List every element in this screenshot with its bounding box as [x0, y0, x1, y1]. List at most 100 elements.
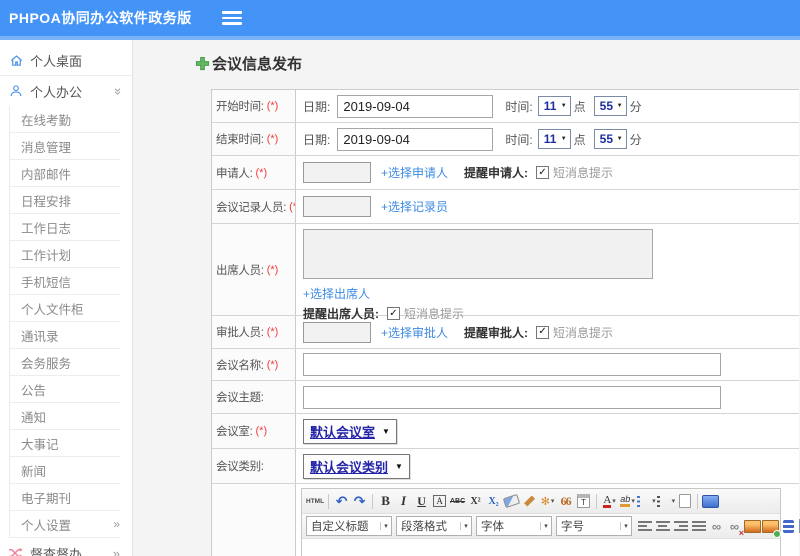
end-hour-select[interactable]: 11 ▼: [537, 129, 571, 149]
italic-icon[interactable]: I: [395, 492, 412, 511]
eraser-icon[interactable]: [503, 492, 520, 511]
meeting-name-input[interactable]: [303, 353, 721, 376]
sidebar-item-label: 会务服务: [21, 356, 72, 371]
choose-recorder-link[interactable]: +选择记录员: [381, 198, 448, 215]
remind-approver-checkbox[interactable]: ✓: [536, 325, 550, 339]
choose-approver-link[interactable]: +选择审批人: [381, 324, 448, 341]
recorder-input[interactable]: [303, 196, 371, 217]
insert-image-icon[interactable]: [762, 517, 781, 538]
remind-approver-label: 提醒审批人:: [464, 325, 529, 340]
align-center-icon[interactable]: [654, 517, 671, 536]
sidebar-item[interactable]: 工作日志: [10, 214, 120, 241]
start-minute-select[interactable]: 55 ▼: [593, 96, 627, 116]
sidebar-item-label: 大事记: [21, 437, 59, 452]
sidebar-item[interactable]: 手机短信: [10, 268, 120, 295]
hamburger-menu-icon[interactable]: [221, 11, 242, 25]
form-row-meeting-room: 会议室: (*) 默认会议室 ▼: [212, 414, 799, 449]
meeting-subject-input[interactable]: [303, 385, 721, 409]
start-hour-select[interactable]: 11 ▼: [537, 96, 571, 116]
clean-format-icon[interactable]: [521, 492, 538, 511]
sidebar-item-personal-desktop[interactable]: 个人桌面: [0, 46, 132, 76]
font-color-icon[interactable]: A ▾: [601, 492, 618, 511]
attendees-textarea[interactable]: [303, 229, 653, 279]
sidebar-item[interactable]: 在线考勤: [10, 106, 120, 133]
align-justify-icon[interactable]: [690, 517, 707, 536]
editor-format-dropdown[interactable]: 字号 ▾: [556, 516, 632, 536]
font-style-icon[interactable]: A: [431, 492, 448, 511]
sidebar-item[interactable]: 通讯录: [10, 322, 120, 349]
sidebar-item[interactable]: 公告: [10, 376, 120, 403]
sidebar-item[interactable]: 内部邮件: [10, 160, 120, 187]
sidebar-item[interactable]: 个人设置 »: [10, 511, 120, 538]
plus-icon: [195, 56, 210, 71]
dropdown-caret-icon: ▾: [460, 522, 471, 530]
subscript-icon[interactable]: X₂: [485, 492, 502, 511]
toolbar-separator: [697, 493, 699, 509]
meeting-room-select[interactable]: 默认会议室 ▼: [303, 418, 397, 444]
sidebar-item-label: 个人桌面: [30, 54, 83, 69]
strikethrough-icon[interactable]: ABC: [449, 492, 466, 511]
html-source-icon[interactable]: HTML: [306, 492, 324, 511]
sidebar-item-label: 消息管理: [21, 140, 72, 155]
field-label: 会议主题:: [216, 392, 264, 404]
required-mark: (*): [255, 166, 268, 179]
sidebar-item-label: 日程安排: [21, 194, 72, 209]
sidebar-item-personal-office[interactable]: 个人办公 »: [0, 76, 132, 106]
redo-icon[interactable]: ↷: [351, 492, 368, 511]
editor-format-dropdown[interactable]: 段落格式 ▾: [396, 516, 472, 536]
applicant-input[interactable]: [303, 162, 371, 183]
sidebar-item-supervision[interactable]: 督查督办 »: [0, 538, 132, 556]
sidebar-item[interactable]: 会务服务: [10, 349, 120, 376]
unordered-list-icon[interactable]: ▾: [657, 492, 676, 511]
blockquote-icon[interactable]: 66: [557, 492, 574, 511]
toolbar-separator: [372, 493, 374, 509]
editor-format-dropdown[interactable]: 字体 ▾: [476, 516, 552, 536]
bold-icon[interactable]: B: [377, 492, 394, 511]
underline-icon[interactable]: U: [413, 492, 430, 511]
select-caret-icon: ▼: [560, 136, 567, 142]
media-icon[interactable]: [780, 517, 797, 536]
sms-notice-label: 短消息提示: [553, 325, 614, 340]
highlight-icon[interactable]: ab ▾: [619, 492, 636, 511]
select-caret-icon: ▼: [395, 461, 403, 471]
superscript-icon[interactable]: X²: [467, 492, 484, 511]
meeting-category-select[interactable]: 默认会议类别 ▼: [303, 453, 410, 479]
ordered-list-icon[interactable]: ▾: [637, 492, 656, 511]
align-right-icon[interactable]: [672, 517, 689, 536]
sidebar-item-label: 个人办公: [30, 84, 83, 100]
sidebar-item-label: 新闻: [21, 464, 47, 479]
link-icon[interactable]: ∞: [708, 517, 725, 536]
remind-applicant-checkbox[interactable]: ✓: [536, 166, 550, 179]
choose-attendees-link[interactable]: +选择出席人: [303, 285, 370, 302]
editor-format-dropdown[interactable]: 自定义标题 ▾: [306, 516, 392, 536]
approver-input[interactable]: [303, 321, 371, 343]
start-date-input[interactable]: [337, 94, 494, 118]
undo-icon[interactable]: ↶: [333, 492, 350, 511]
sidebar-item-label: 个人文件柜: [21, 302, 84, 317]
format-brush-icon[interactable]: ✻ ▾: [539, 492, 556, 511]
field-label: 开始时间:: [216, 101, 264, 113]
new-page-icon[interactable]: [676, 492, 693, 511]
dropdown-caret-icon: ▾: [540, 522, 551, 530]
sidebar-item[interactable]: 通知: [10, 403, 120, 430]
unlink-icon[interactable]: ∞: [726, 517, 744, 538]
fullscreen-icon[interactable]: [702, 492, 719, 511]
choose-applicant-link[interactable]: +选择申请人: [381, 164, 448, 181]
editor-toolbar-row1: HTML ↶ ↷ B I U A ABC X² X₂ ✻ ▾ 66 T A ▾ ab ▾ ▾ ▾: [302, 489, 780, 514]
sidebar-item[interactable]: 工作计划: [10, 241, 120, 268]
sidebar-item[interactable]: 大事记: [10, 430, 120, 457]
form-row-attendees: 出席人员: (*) +选择出席人 提醒出席人员: ✓ 短消息提示: [212, 224, 799, 321]
image-icon[interactable]: [744, 517, 761, 536]
remind-applicant-label: 提醒申请人:: [464, 166, 529, 180]
sidebar-item[interactable]: 消息管理: [10, 133, 120, 160]
sidebar-item[interactable]: 新闻: [10, 457, 120, 484]
end-date-input[interactable]: [337, 127, 494, 151]
editor-content-area[interactable]: [302, 539, 780, 556]
time-label: 时间:: [505, 132, 533, 147]
sidebar-item[interactable]: 日程安排: [10, 187, 120, 214]
paste-text-icon[interactable]: T: [575, 492, 592, 511]
sidebar-item[interactable]: 电子期刊: [10, 484, 120, 511]
align-left-icon[interactable]: [636, 517, 653, 536]
end-minute-select[interactable]: 55 ▼: [593, 129, 627, 149]
sidebar-item[interactable]: 个人文件柜: [10, 295, 120, 322]
